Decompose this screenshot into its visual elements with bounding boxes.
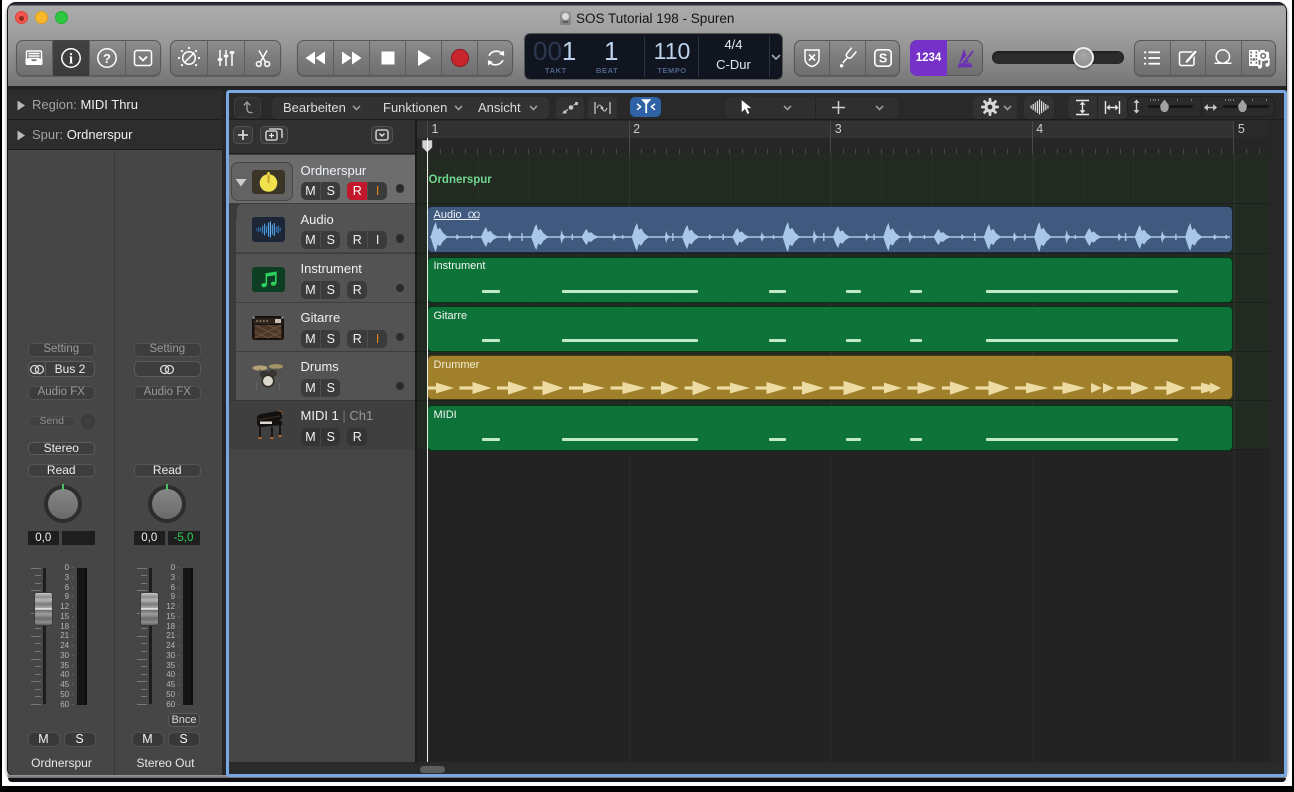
svg-text:?: ?: [103, 51, 111, 66]
svg-text:i: i: [69, 52, 73, 68]
svg-text:S: S: [879, 52, 887, 66]
